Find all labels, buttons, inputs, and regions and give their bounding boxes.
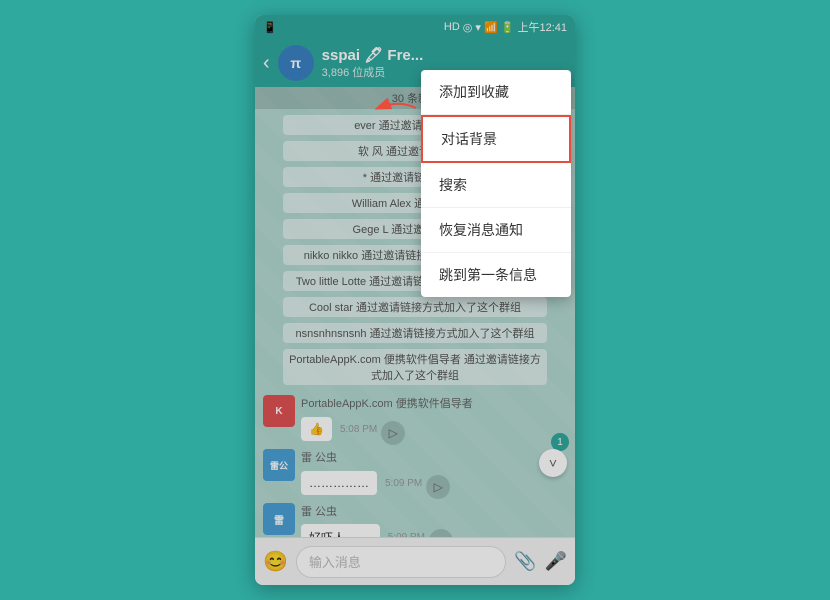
menu-item-background[interactable]: 对话背景 xyxy=(421,115,571,163)
dropdown-menu: 添加到收藏 对话背景 搜索 恢复消息通知 跳到第一条信息 xyxy=(421,70,571,297)
menu-item-search[interactable]: 搜索 xyxy=(421,163,571,208)
phone-container: 📱 HD ◎ ▾ 📶 🔋 上午12:41 ‹ π sspai 🖋 Fre... … xyxy=(255,15,575,585)
arrow-indicator xyxy=(370,93,420,123)
menu-item-first-message[interactable]: 跳到第一条信息 xyxy=(421,253,571,297)
menu-item-favorites[interactable]: 添加到收藏 xyxy=(421,70,571,115)
menu-item-restore-notifications[interactable]: 恢复消息通知 xyxy=(421,208,571,253)
